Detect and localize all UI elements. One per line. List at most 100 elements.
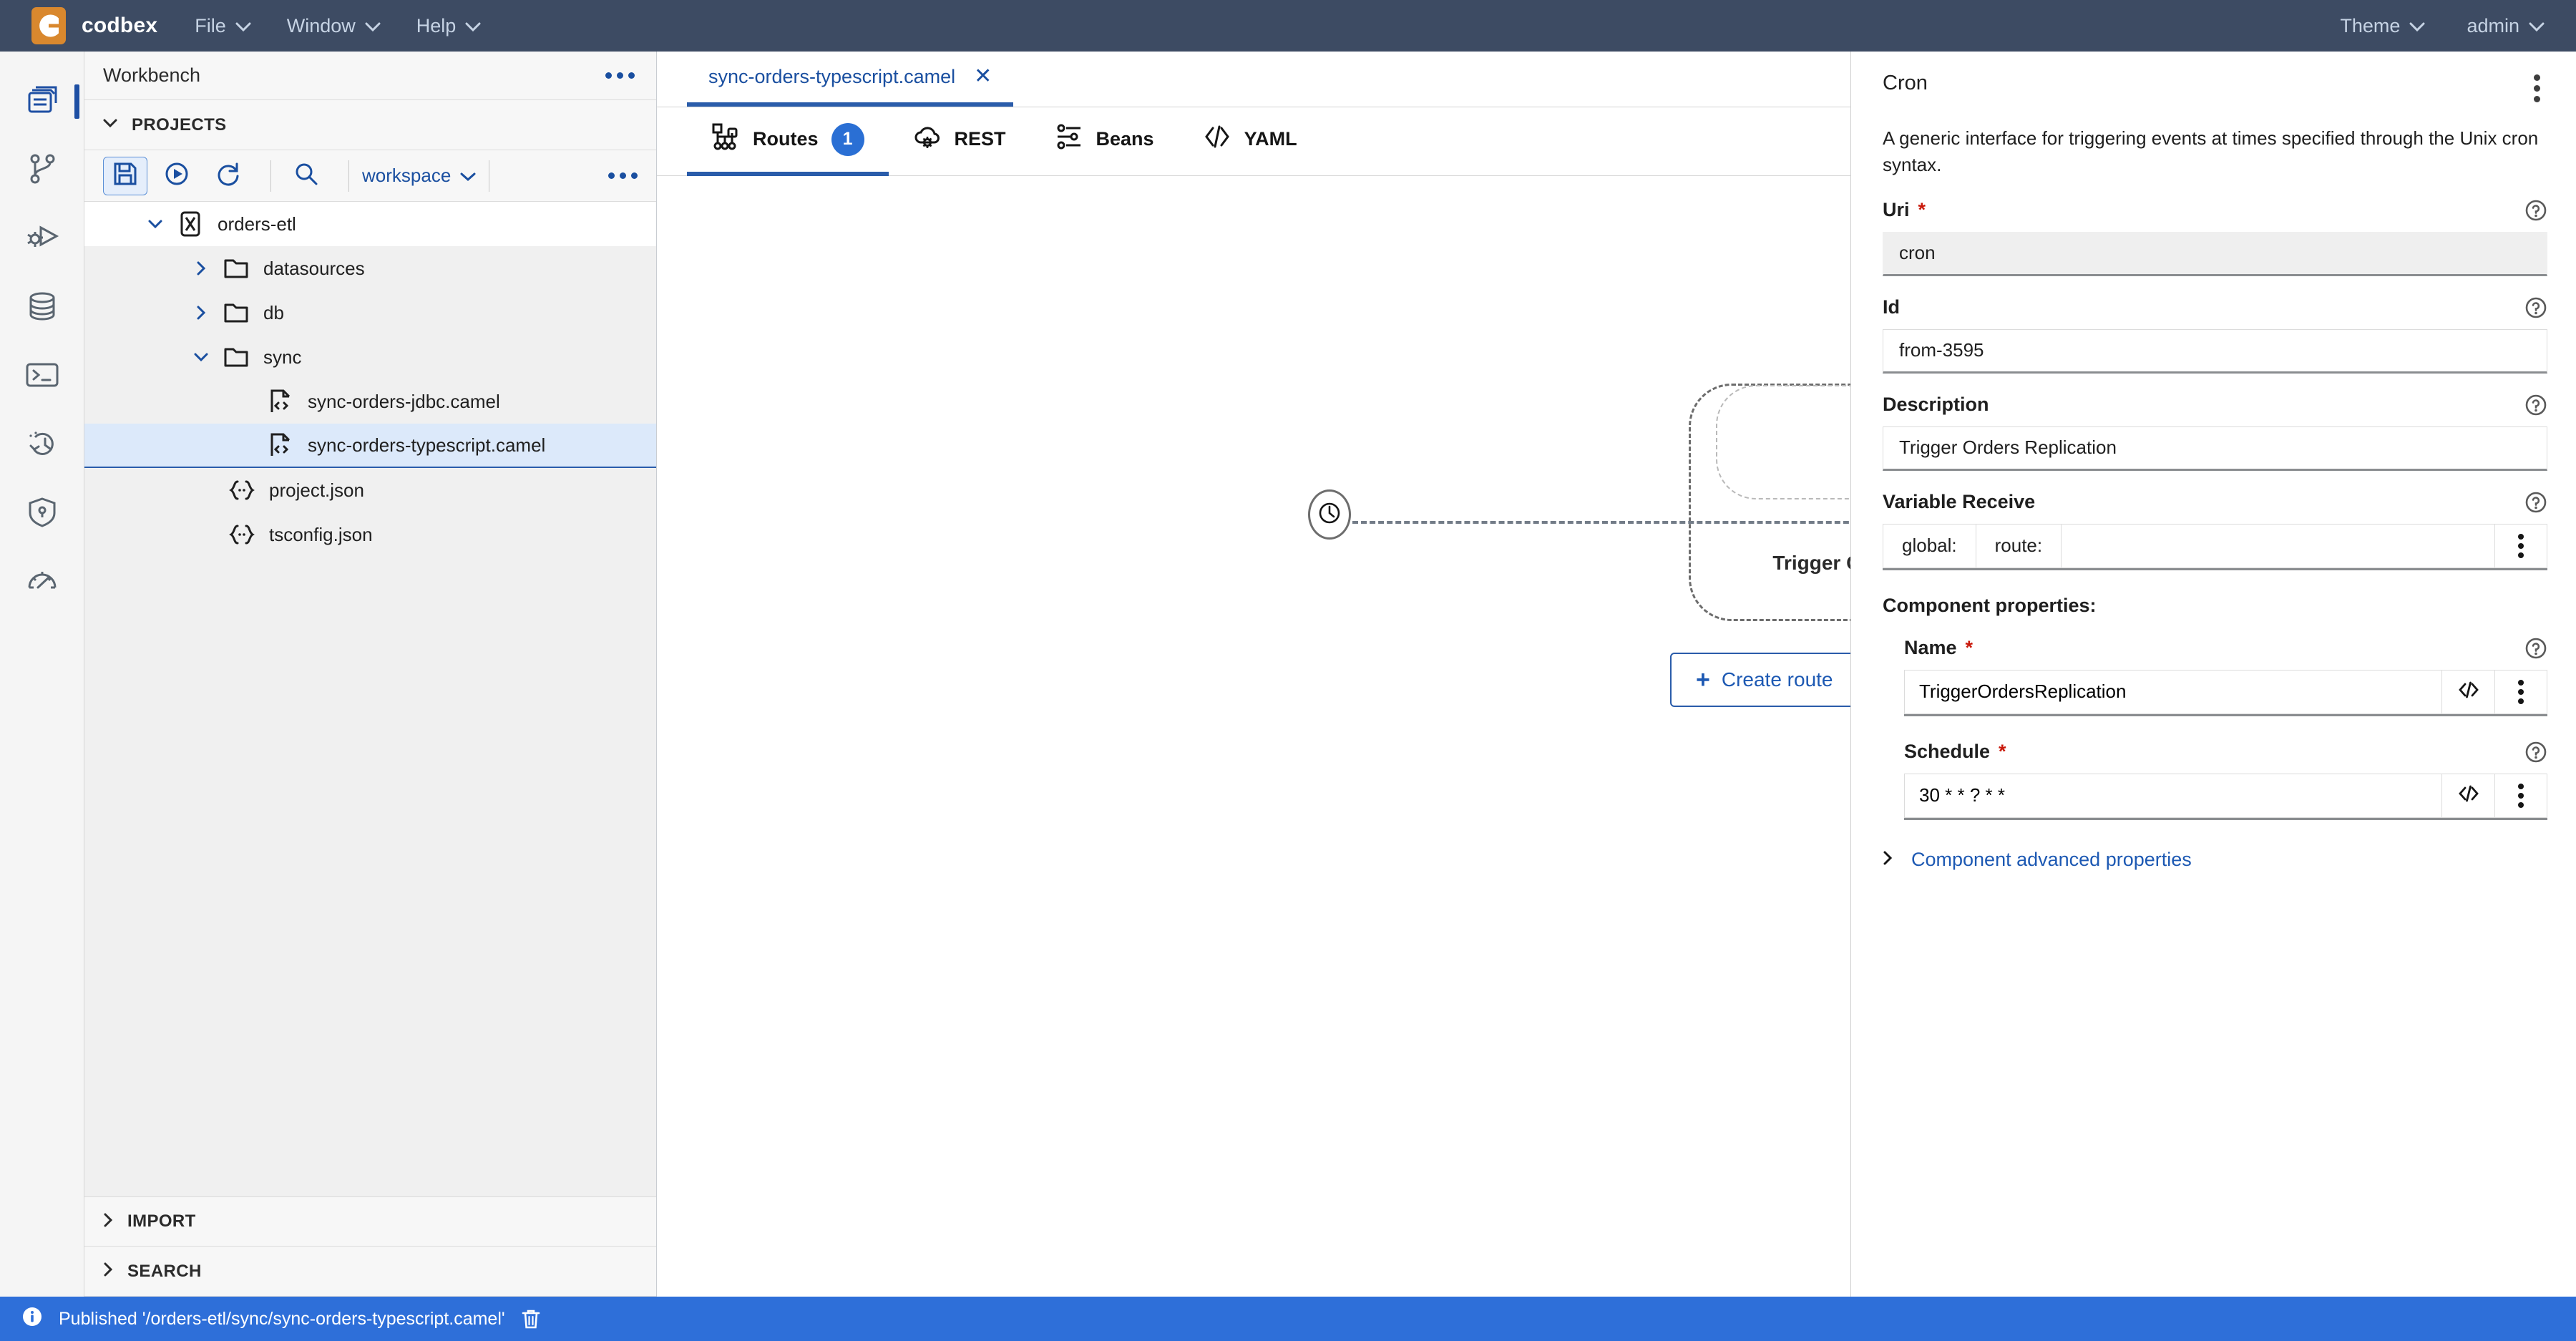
chevron-down-icon <box>460 165 476 187</box>
tree-item-project-json[interactable]: project.json <box>84 468 656 512</box>
tab-yaml-label: YAML <box>1244 128 1297 150</box>
tree-item-label: sync-orders-jdbc.camel <box>308 390 500 412</box>
rail-item-history[interactable] <box>0 411 84 479</box>
rail-item-security[interactable] <box>0 479 84 548</box>
chevron-right-icon[interactable] <box>185 261 218 275</box>
rail-item-terminal[interactable] <box>0 342 84 411</box>
chevron-down-icon <box>365 15 381 37</box>
kebab-menu-icon <box>2518 533 2524 558</box>
tree-item-orders-etl[interactable]: orders-etl <box>84 202 656 246</box>
field-id-input[interactable]: from-3595 <box>1883 328 2547 374</box>
tree-item-label: sync <box>263 346 302 368</box>
explorer-header: Workbench <box>84 52 656 100</box>
tab-rest-label: REST <box>954 128 1006 150</box>
trash-icon[interactable] <box>521 1308 541 1330</box>
tree-item-datasources[interactable]: datasources <box>84 246 656 291</box>
explorer-toolbar: workspace <box>84 150 656 202</box>
json-file-icon <box>223 524 260 545</box>
help-icon[interactable] <box>2524 491 2547 514</box>
field-schedule-input[interactable]: 30 * * ? * * <box>1904 773 2441 818</box>
field-uri-input[interactable]: cron <box>1883 231 2547 276</box>
variable-scope-route-button[interactable]: route: <box>1975 523 2062 568</box>
folder-icon <box>218 258 255 279</box>
chevron-right-icon <box>103 1262 113 1280</box>
workbench-icon <box>26 85 59 119</box>
menu-window-label: Window <box>286 14 356 36</box>
chevron-right-icon[interactable] <box>185 306 218 320</box>
menu-window[interactable]: Window <box>287 15 381 37</box>
close-icon[interactable]: ✕ <box>974 66 992 87</box>
help-icon[interactable] <box>2524 637 2547 660</box>
search-button[interactable] <box>284 157 328 195</box>
tab-beans[interactable]: Beans <box>1030 107 1179 176</box>
editor-tab-sync-orders-typescript[interactable]: sync-orders-typescript.camel ✕ <box>687 51 1014 107</box>
section-projects[interactable]: PROJECTS <box>84 100 656 150</box>
properties-menu-button[interactable] <box>2527 72 2547 105</box>
rail-item-gauge[interactable] <box>0 548 84 617</box>
variable-receive-input[interactable] <box>2061 523 2494 568</box>
variable-scope-global-button[interactable]: global: <box>1883 523 1976 568</box>
field-description: Description Trigger Orders Replication <box>1883 394 2547 471</box>
theme-selector[interactable]: Theme <box>2340 15 2425 37</box>
security-shield-icon <box>27 497 57 532</box>
timer-source-node[interactable] <box>1308 489 1351 540</box>
help-icon[interactable] <box>2524 199 2547 222</box>
variable-receive-input-group: global: route: <box>1883 523 2547 570</box>
rail-item-git[interactable] <box>0 136 84 205</box>
properties-description: A generic interface for triggering event… <box>1883 127 2539 176</box>
menu-file-label: File <box>195 14 226 36</box>
tree-item-sync-orders-typescript[interactable]: sync-orders-typescript.camel <box>84 424 656 468</box>
section-import[interactable]: IMPORT <box>84 1196 656 1247</box>
application-window: codbex File Window Help Theme admin Work… <box>0 0 2576 1341</box>
tab-yaml[interactable]: YAML <box>1179 107 1322 176</box>
rail-item-database[interactable] <box>0 273 84 342</box>
field-name-menu-button[interactable] <box>2494 669 2547 714</box>
tree-item-db[interactable]: db <box>84 291 656 335</box>
help-icon[interactable] <box>2524 741 2547 764</box>
field-name-label-row: Name * <box>1904 637 2547 660</box>
refresh-button[interactable] <box>206 157 250 195</box>
help-icon[interactable] <box>2524 296 2547 319</box>
field-name-expression-button[interactable] <box>2441 669 2494 714</box>
properties-header: Cron <box>1883 72 2547 105</box>
field-name-input[interactable]: TriggerOrdersReplication <box>1904 669 2441 714</box>
tree-item-sync[interactable]: sync <box>84 335 656 379</box>
field-id-label: Id <box>1883 296 1900 318</box>
section-import-label: IMPORT <box>127 1211 196 1231</box>
field-schedule-menu-button[interactable] <box>2494 773 2547 818</box>
variable-receive-menu-button[interactable] <box>2494 523 2547 568</box>
section-search[interactable]: SEARCH <box>84 1247 656 1297</box>
tab-beans-label: Beans <box>1096 128 1154 150</box>
activity-rail <box>0 52 84 1297</box>
menu-file[interactable]: File <box>195 15 251 37</box>
route-canvas[interactable]: route-07bc <box>657 176 1850 1297</box>
rail-item-debug[interactable] <box>0 205 84 273</box>
chevron-down-icon[interactable] <box>185 352 218 362</box>
tree-item-tsconfig-json[interactable]: tsconfig.json <box>84 512 656 557</box>
field-schedule-expression-button[interactable] <box>2441 773 2494 818</box>
help-icon[interactable] <box>2524 394 2547 416</box>
chevron-down-icon[interactable] <box>139 219 172 229</box>
required-marker: * <box>1918 199 1926 221</box>
terminal-icon <box>25 361 59 392</box>
user-menu[interactable]: admin <box>2467 15 2545 37</box>
rail-item-workbench[interactable] <box>0 67 84 136</box>
create-route-button[interactable]: + Create route <box>1670 653 1850 707</box>
cloud-gear-icon <box>913 124 942 155</box>
explorer-more-menu[interactable] <box>605 72 635 79</box>
component-advanced-properties-toggle[interactable]: Component advanced properties <box>1883 849 2547 871</box>
field-description-input[interactable]: Trigger Orders Replication <box>1883 426 2547 471</box>
status-bar: Published '/orders-etl/sync/sync-orders-… <box>0 1297 2576 1341</box>
publish-button[interactable] <box>155 157 199 195</box>
menu-help[interactable]: Help <box>416 15 482 37</box>
tab-routes[interactable]: Routes 1 <box>687 107 889 176</box>
create-route-label: Create route <box>1721 668 1833 691</box>
tab-rest[interactable]: REST <box>889 107 1030 176</box>
chevron-down-icon <box>2529 15 2545 37</box>
workspace-selector[interactable]: workspace <box>362 165 476 187</box>
field-description-label: Description <box>1883 394 1989 416</box>
chevron-right-icon <box>103 1213 113 1231</box>
explorer-toolbar-more[interactable] <box>608 172 638 179</box>
tree-item-sync-orders-jdbc[interactable]: sync-orders-jdbc.camel <box>84 379 656 424</box>
save-button[interactable] <box>103 156 147 195</box>
